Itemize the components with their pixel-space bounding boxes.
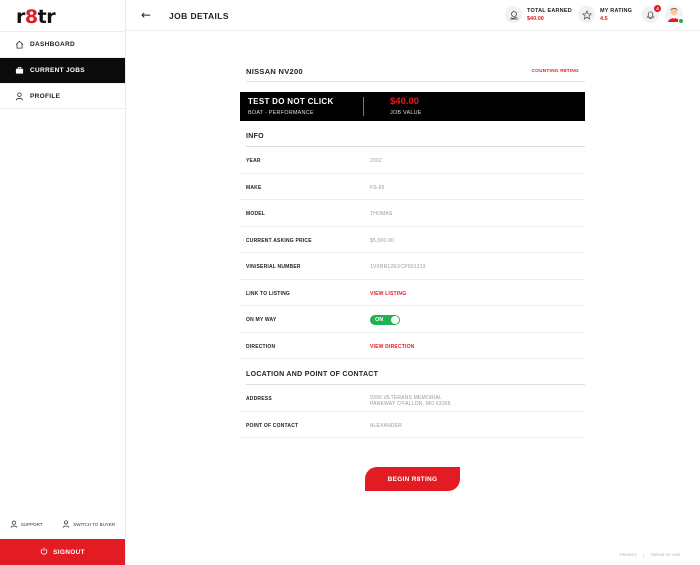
notification-badge: 4 [654, 5, 661, 12]
total-earned-label: TOTAL EARNED [527, 7, 572, 14]
info-row-on-my-way: ON MY WAY ON [240, 306, 585, 333]
logo-prefix: r [16, 6, 25, 28]
toggle-knob [391, 316, 399, 324]
job-category: BOAT - PERFORMANCE [248, 110, 314, 116]
sidebar-item-label: DASHBOARD [30, 41, 75, 48]
job-title: TEST DO NOT CLICK [248, 97, 334, 106]
sidebar-item-dashboard[interactable]: DASHBOARD [0, 31, 125, 57]
terms-link[interactable]: TERMS OF USE [650, 552, 680, 557]
job-status: COUNTING R8TING [531, 69, 579, 74]
row-value: 2002 [370, 158, 382, 164]
notifications-button[interactable]: 4 [642, 5, 661, 23]
address-value: 9390 VETERANS MEMORIAL PARKWAY O'FALLON,… [370, 395, 451, 407]
home-icon [14, 40, 24, 50]
support-icon [10, 520, 18, 529]
my-rating-stat: MY RATING 4.5 [578, 6, 632, 23]
row-label: POINT OF CONTACT [246, 422, 299, 429]
contact-value: ALEXANDER [370, 422, 403, 429]
support-link[interactable]: SUPPORT [10, 520, 43, 529]
info-row-asking-price: CURRENT ASKING PRICE $5,000.00 [240, 227, 585, 253]
back-arrow-icon[interactable]: ← [141, 8, 151, 22]
row-label: LINK TO LISTING [246, 290, 291, 297]
total-earned-stat: TOTAL EARNED $40.00 [505, 6, 572, 23]
switch-label: SWITCH TO BUYER [73, 522, 116, 527]
star-icon [578, 6, 595, 23]
sidebar-item-profile[interactable]: PROFILE [0, 83, 125, 109]
row-label: ADDRESS [246, 396, 272, 402]
footer-separator: | [643, 552, 645, 557]
row-label: VIN/SERIAL NUMBER [246, 264, 301, 270]
online-status-dot [678, 18, 684, 24]
signout-button[interactable]: SIGNOUT [0, 539, 125, 565]
on-my-way-toggle[interactable]: ON [370, 315, 400, 325]
support-label: SUPPORT [20, 522, 43, 527]
total-earned-value: $40.00 [527, 15, 544, 22]
briefcase-icon [14, 66, 24, 76]
address-line-2: PARKWAY O'FALLON, MO 63366 [370, 401, 451, 407]
row-label: MAKE [246, 184, 262, 191]
job-value-label: JOB VALUE [390, 110, 422, 116]
logo-suffix: tr [37, 6, 56, 28]
sidebar: r8tr DASHBOARD CURRENT JOBS PROFILE SUPP… [0, 0, 126, 565]
avatar[interactable] [665, 5, 684, 24]
privacy-link[interactable]: PRIVACY [620, 552, 637, 557]
sidebar-item-current-jobs[interactable]: CURRENT JOBS [0, 57, 125, 83]
row-label: ON MY WAY [246, 317, 277, 323]
user-switch-icon [62, 520, 70, 529]
top-header: ← JOB DETAILS TOTAL EARNED $40.00 MY RAT… [126, 0, 700, 31]
job-title-row: NISSAN NV200 COUNTING R8TING [246, 60, 585, 82]
rating-value: 4.5 [600, 15, 608, 22]
vehicle-name: NISSAN NV200 [246, 67, 303, 76]
row-label: CURRENT ASKING PRICE [246, 237, 312, 244]
info-row-direction: DIRECTION VIEW DIRECTION [240, 333, 585, 359]
job-details-card: NISSAN NV200 COUNTING R8TING TEST DO NOT… [240, 60, 585, 438]
row-value: 1VXBR12EXCP901213 [370, 264, 426, 270]
view-direction-link[interactable]: VIEW DIRECTION [370, 344, 414, 350]
sidebar-item-label: PROFILE [30, 92, 61, 100]
view-listing-link[interactable]: VIEW LISTING [370, 291, 406, 297]
toggle-label: ON [375, 317, 384, 323]
info-row-make: MAKE FS-65 [240, 174, 585, 200]
footer-links: PRIVACY | TERMS OF USE [620, 552, 680, 557]
logo-eight: 8 [24, 6, 38, 28]
row-value: THOMAS [370, 211, 393, 217]
job-value: $40.00 [390, 96, 420, 107]
info-row-vin: VIN/SERIAL NUMBER 1VXBR12EXCP901213 [240, 253, 585, 280]
switch-to-buyer-link[interactable]: SWITCH TO BUYER [62, 520, 115, 529]
location-row-contact: POINT OF CONTACT ALEXANDER [240, 412, 585, 438]
sidebar-item-label: CURRENT JOBS [30, 67, 85, 74]
page-title: JOB DETAILS [169, 11, 229, 21]
begin-r8ting-button[interactable]: BEGIN R8TING [365, 467, 460, 491]
row-value: FS-65 [370, 184, 385, 191]
summary-divider [363, 97, 364, 116]
row-label: MODEL [246, 211, 266, 217]
user-icon [14, 91, 24, 101]
location-row-address: ADDRESS 9390 VETERANS MEMORIAL PARKWAY O… [240, 385, 585, 412]
row-label: YEAR [246, 158, 261, 164]
power-icon [40, 547, 48, 557]
signout-label: SIGNOUT [53, 548, 85, 556]
rating-label: MY RATING [600, 7, 633, 14]
row-value: $5,000.00 [370, 237, 395, 244]
row-label: DIRECTION [246, 343, 276, 350]
info-row-model: MODEL THOMAS [240, 200, 585, 227]
r8tr-logo[interactable]: r8tr [16, 6, 56, 28]
info-heading: INFO [246, 133, 585, 147]
sidebar-bottom-links: SUPPORT SWITCH TO BUYER [0, 520, 125, 529]
money-icon [505, 6, 522, 23]
location-heading: LOCATION AND POINT OF CONTACT [246, 371, 585, 385]
info-row-link-to-listing: LINK TO LISTING VIEW LISTING [240, 280, 585, 306]
sidebar-nav: DASHBOARD CURRENT JOBS PROFILE [0, 31, 125, 109]
info-row-year: YEAR 2002 [240, 147, 585, 174]
job-summary-bar: TEST DO NOT CLICK BOAT - PERFORMANCE $40… [240, 92, 585, 121]
